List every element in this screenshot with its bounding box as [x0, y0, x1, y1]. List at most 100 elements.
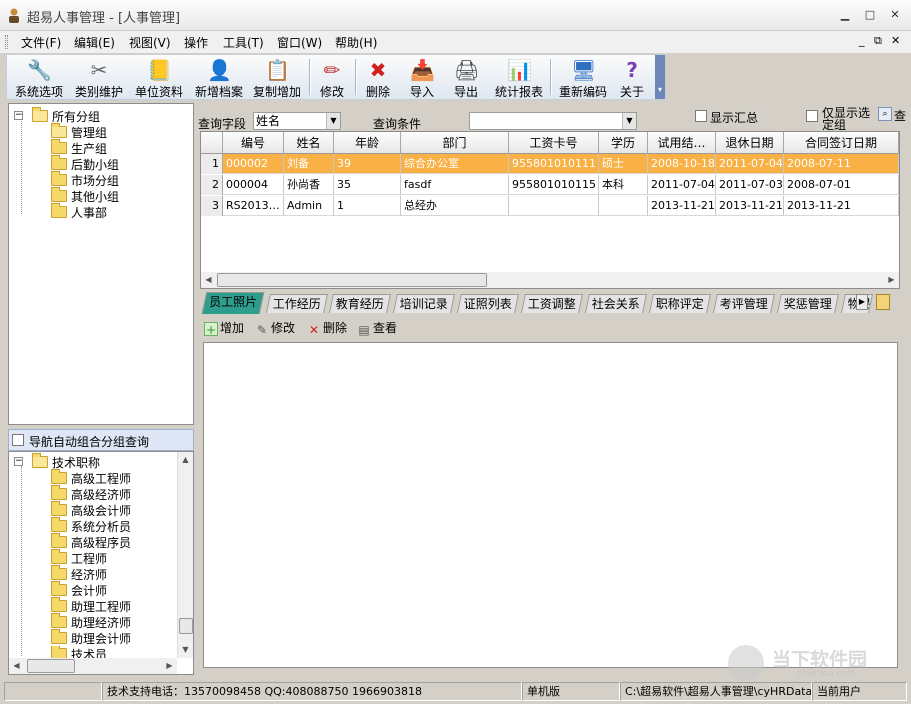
table-cell[interactable]: 刘备: [284, 154, 334, 174]
tree-item-group[interactable]: 管理组: [51, 123, 181, 140]
dropdown-arrow-icon[interactable]: ▼: [622, 113, 636, 129]
search-icon[interactable]: ⌕: [878, 107, 892, 121]
edit-button[interactable]: ✏ 修改: [315, 57, 349, 99]
row-number[interactable]: 2: [201, 175, 223, 195]
column-header[interactable]: 学历: [599, 132, 648, 154]
tab-training[interactable]: 培训记录: [392, 294, 456, 313]
table-cell[interactable]: 综合办公室: [401, 154, 509, 174]
category-maintenance-button[interactable]: ✂ 类别维护: [71, 57, 127, 99]
nav-vertical-scrollbar[interactable]: ▲ ▼: [177, 452, 193, 658]
maximize-button[interactable]: □: [860, 6, 880, 24]
report-button[interactable]: 📊 统计报表: [491, 57, 547, 99]
tree-item-group[interactable]: 后勤小组: [51, 155, 181, 172]
scroll-up-icon[interactable]: ▲: [178, 452, 193, 467]
scroll-left-icon[interactable]: ◀: [9, 658, 24, 673]
tree-item-root[interactable]: − 技术职称: [14, 453, 164, 470]
close-button[interactable]: ✕: [885, 6, 905, 24]
menu-help[interactable]: 帮助(H): [335, 34, 377, 51]
system-options-button[interactable]: 🔧 系统选项: [11, 57, 67, 99]
column-header[interactable]: 工资卡号: [509, 132, 599, 154]
tab-certificates[interactable]: 证照列表: [456, 294, 520, 313]
tab-rewards[interactable]: 奖惩管理: [776, 294, 840, 313]
table-cell[interactable]: 1: [334, 196, 401, 216]
tab-employee-photo[interactable]: 员工照片: [201, 292, 265, 314]
table-cell[interactable]: 2013-11-21: [716, 196, 784, 216]
add-button[interactable]: + 增加: [204, 319, 244, 337]
tab-scroll-right-icon[interactable]: ▶: [856, 294, 868, 310]
column-header[interactable]: 编号: [223, 132, 284, 154]
scroll-thumb[interactable]: [27, 659, 75, 673]
collapse-icon[interactable]: −: [14, 111, 23, 120]
show-summary-checkbox[interactable]: [695, 110, 707, 122]
modify-button[interactable]: ✎ 修改: [255, 319, 295, 337]
column-header[interactable]: 退休日期: [716, 132, 784, 154]
table-cell[interactable]: 2011-07-03: [716, 175, 784, 195]
tree-item-title[interactable]: 助理经济师: [51, 613, 171, 630]
collapse-icon[interactable]: −: [14, 457, 23, 466]
column-header[interactable]: 年龄: [334, 132, 401, 154]
table-cell[interactable]: 955801010111: [509, 154, 599, 174]
scroll-down-icon[interactable]: ▼: [178, 642, 193, 657]
scroll-right-icon[interactable]: ▶: [884, 272, 899, 287]
table-cell[interactable]: fasdf: [401, 175, 509, 195]
tree-item-title[interactable]: 高级会计师: [51, 501, 171, 518]
table-cell[interactable]: 2011-07-04: [648, 175, 716, 195]
view-button[interactable]: ▤ 查看: [357, 319, 397, 337]
scroll-right-icon[interactable]: ▶: [162, 658, 177, 673]
table-cell[interactable]: [599, 196, 648, 216]
tree-item-title[interactable]: 助理会计师: [51, 629, 171, 646]
table-cell[interactable]: 硕士: [599, 154, 648, 174]
minimize-button[interactable]: ▁: [835, 6, 855, 24]
table-cell[interactable]: 2008-07-01: [784, 175, 899, 195]
mdi-restore-button[interactable]: ⧉: [874, 34, 882, 48]
tree-item-title[interactable]: 会计师: [51, 581, 171, 598]
show-selected-group-checkbox[interactable]: [806, 110, 818, 122]
remove-button[interactable]: ✕ 删除: [307, 319, 347, 337]
notebook-icon[interactable]: [876, 294, 890, 310]
table-cell[interactable]: 2011-07-04: [716, 154, 784, 174]
mdi-close-button[interactable]: ✕: [891, 34, 900, 47]
scroll-thumb[interactable]: [217, 273, 487, 287]
scroll-left-icon[interactable]: ◀: [201, 272, 216, 287]
tab-social-relations[interactable]: 社会关系: [584, 294, 648, 313]
scroll-thumb[interactable]: [179, 618, 193, 634]
menu-edit[interactable]: 编辑(E): [74, 34, 115, 51]
menu-tools[interactable]: 工具(T): [223, 34, 264, 51]
tree-item-title[interactable]: 高级程序员: [51, 533, 171, 550]
delete-button[interactable]: ✖ 删除: [361, 57, 395, 99]
table-cell[interactable]: 000004: [223, 175, 284, 195]
mdi-minimize-button[interactable]: _: [859, 34, 865, 47]
tab-salary-adjust[interactable]: 工资调整: [520, 294, 584, 313]
tree-item-title[interactable]: 系统分析员: [51, 517, 171, 534]
menu-file[interactable]: 文件(F): [21, 34, 61, 51]
tab-title-evaluation[interactable]: 职称评定: [648, 294, 712, 313]
row-number[interactable]: 1: [201, 154, 223, 174]
new-record-button[interactable]: 👤 新增档案: [191, 57, 247, 99]
tree-item-title[interactable]: 经济师: [51, 565, 171, 582]
table-cell[interactable]: 39: [334, 154, 401, 174]
tree-item-title[interactable]: 助理工程师: [51, 597, 171, 614]
menu-window[interactable]: 窗口(W): [277, 34, 322, 51]
table-cell[interactable]: 2013-11-21: [648, 196, 716, 216]
import-button[interactable]: 📥 导入: [405, 57, 439, 99]
recode-button[interactable]: 🖥 重新编码: [555, 57, 611, 99]
tab-education[interactable]: 教育经历: [328, 294, 392, 313]
table-cell[interactable]: 955801010115: [509, 175, 599, 195]
tree-item-group[interactable]: 市场分组: [51, 171, 181, 188]
menu-operate[interactable]: 操作: [184, 34, 208, 51]
tree-item-group[interactable]: 人事部: [51, 203, 181, 220]
table-row[interactable]: 2 000004 孙尚香 35 fasdf 955801010115 本科 20…: [201, 175, 899, 195]
tab-work-history[interactable]: 工作经历: [265, 294, 329, 313]
tree-item-title[interactable]: 高级工程师: [51, 469, 171, 486]
table-cell[interactable]: 000002: [223, 154, 284, 174]
column-header[interactable]: 部门: [401, 132, 509, 154]
table-cell[interactable]: 本科: [599, 175, 648, 195]
tree-item-title[interactable]: 工程师: [51, 549, 171, 566]
table-cell[interactable]: [509, 196, 599, 216]
row-number[interactable]: 3: [201, 196, 223, 216]
table-cell[interactable]: 2008-07-11: [784, 154, 899, 174]
tab-assessment[interactable]: 考评管理: [712, 294, 776, 313]
tree-item-root[interactable]: − 所有分组: [14, 107, 184, 124]
tree-item-group[interactable]: 生产组: [51, 139, 181, 156]
nav-horizontal-scrollbar[interactable]: ◀ ▶: [9, 658, 177, 674]
